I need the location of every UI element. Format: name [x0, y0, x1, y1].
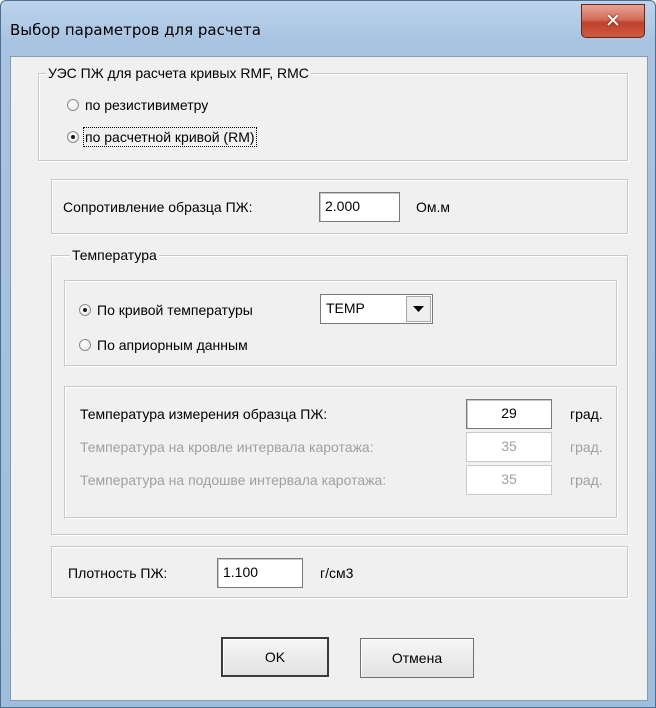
dialog-client-area: УЭС ПЖ для расчета кривых RMF, RMC по ре… — [10, 56, 648, 701]
radio-by-calculated-curve[interactable]: по расчетной кривой (RM) — [67, 127, 257, 147]
top-interval-temperature-unit: град. — [570, 439, 603, 455]
temperature-source-subgroup: По кривой температуры TEMP По априорным … — [64, 280, 617, 366]
temperature-group-legend: Температура — [70, 247, 159, 263]
title-bar[interactable]: Выбор параметров для расчета ✕ — [1, 1, 655, 57]
radio-by-calculated-curve-indicator[interactable] — [67, 131, 79, 143]
density-groupbox: Плотность ПЖ: 1.100 г/см3 — [51, 546, 628, 598]
dialog-window: Выбор параметров для расчета ✕ УЭС ПЖ дл… — [0, 0, 656, 708]
top-interval-temperature-input: 35 — [466, 432, 552, 462]
radio-by-temperature-curve-indicator[interactable] — [79, 304, 91, 316]
close-button[interactable]: ✕ — [581, 4, 645, 38]
radio-by-resistivimeter-label: по резистивиметру — [85, 97, 209, 113]
temperature-values-subgroup: Температура измерения образца ПЖ: 29 гра… — [64, 386, 617, 518]
radio-by-temperature-curve-label: По кривой температуры — [97, 302, 253, 318]
density-unit: г/см3 — [320, 565, 354, 581]
cancel-button[interactable]: Отмена — [360, 638, 474, 678]
radio-by-apriori-data-indicator[interactable] — [79, 339, 91, 351]
resistance-groupbox: Сопротивление образца ПЖ: 2.000 Ом.м — [51, 179, 628, 234]
temperature-curve-select[interactable]: TEMP — [320, 294, 433, 324]
density-input[interactable]: 1.100 — [217, 558, 303, 588]
measurement-temperature-label: Температура измерения образца ПЖ: — [80, 406, 328, 422]
resistance-input[interactable]: 2.000 — [319, 192, 400, 222]
resistance-label: Сопротивление образца ПЖ: — [63, 199, 253, 215]
radio-by-resistivimeter-indicator[interactable] — [67, 99, 79, 111]
window-title: Выбор параметров для расчета — [10, 21, 261, 39]
bottom-interval-temperature-input: 35 — [466, 465, 552, 495]
density-label: Плотность ПЖ: — [68, 565, 168, 581]
radio-by-apriori-data[interactable]: По априорным данным — [79, 336, 248, 354]
close-icon: ✕ — [605, 10, 621, 32]
resistance-unit: Ом.м — [416, 199, 451, 215]
ok-button[interactable]: OK — [221, 637, 329, 677]
radio-by-temperature-curve[interactable]: По кривой температуры — [79, 301, 253, 319]
measurement-temperature-input[interactable]: 29 — [466, 399, 552, 429]
top-interval-temperature-label: Температура на кровле интервала каротажа… — [80, 439, 374, 455]
ues-group-legend: УЭС ПЖ для расчета кривых RMF, RMC — [46, 65, 311, 81]
radio-by-apriori-data-label: По априорным данным — [97, 337, 248, 353]
bottom-interval-temperature-label: Температура на подошве интервала каротаж… — [80, 472, 387, 488]
temperature-curve-value: TEMP — [326, 300, 365, 316]
ues-groupbox: УЭС ПЖ для расчета кривых RMF, RMC по ре… — [38, 65, 628, 161]
temperature-groupbox: Температура По кривой температуры TEMP П… — [51, 247, 628, 535]
radio-by-resistivimeter[interactable]: по резистивиметру — [67, 96, 208, 114]
chevron-down-icon[interactable] — [406, 296, 431, 322]
measurement-temperature-unit: град. — [570, 406, 603, 422]
radio-by-calculated-curve-label: по расчетной кривой (RM) — [83, 127, 257, 147]
bottom-interval-temperature-unit: град. — [570, 472, 603, 488]
